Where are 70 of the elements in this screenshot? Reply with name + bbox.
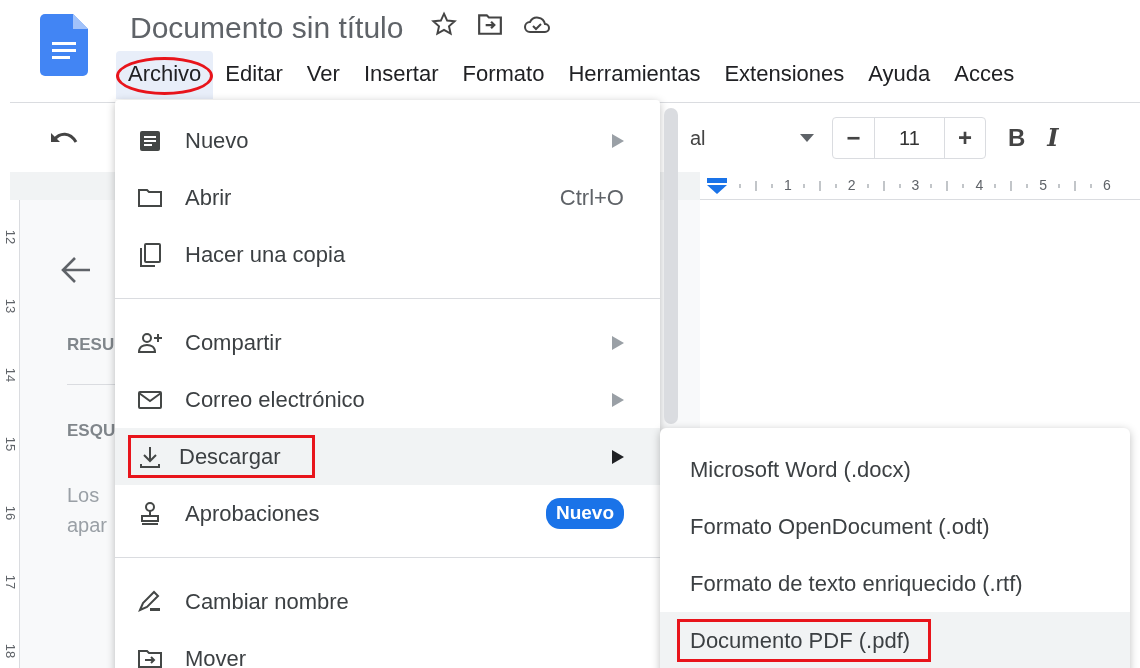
menu-item-label: Documento PDF (.pdf) [690, 628, 911, 653]
menu-item[interactable]: Acces [942, 51, 1027, 99]
menu-item[interactable]: Compartir [115, 314, 660, 371]
menu-item-label: Formato de texto enriquecido (.rtf) [690, 570, 1023, 598]
docs-logo-icon [40, 14, 88, 76]
menu-item-label: Nuevo [185, 127, 249, 155]
menu-item[interactable]: Cambiar nombre [115, 573, 660, 630]
ruler-number: 3 [911, 176, 920, 195]
copy-icon [137, 241, 163, 268]
menu-item-label: Aprobaciones [185, 500, 320, 528]
menu-item[interactable]: Insertar [351, 51, 451, 99]
move-folder-icon[interactable] [477, 12, 504, 36]
menu-item[interactable]: Mover [115, 630, 660, 668]
font-name[interactable]: al [690, 122, 800, 153]
ruler-number: 12 [3, 229, 18, 245]
menu-item[interactable]: Correo electrónico [115, 371, 660, 428]
submenu-item[interactable]: Formato de texto enriquecido (.rtf) [660, 555, 1130, 612]
ruler-number: 17 [3, 574, 18, 590]
menu-item-label: Correo electrónico [185, 386, 365, 414]
dropdown-caret-icon[interactable] [800, 133, 814, 142]
ruler-number: 16 [3, 505, 18, 521]
back-arrow-icon[interactable] [60, 256, 92, 284]
menu-item[interactable]: Formato [450, 51, 557, 99]
decrease-size-button[interactable]: − [833, 117, 875, 158]
menu-item[interactable]: Archivo [116, 51, 214, 99]
scrollbar[interactable] [664, 108, 678, 424]
indent-marker-icon[interactable] [706, 176, 728, 195]
italic-button[interactable]: I [1047, 119, 1059, 156]
ruler-number: 6 [1103, 176, 1111, 195]
pencil-icon [137, 588, 163, 615]
menu-item[interactable]: Hacer una copia [115, 226, 660, 283]
increase-size-button[interactable]: + [945, 117, 985, 158]
document-title[interactable]: Documento sin título [130, 8, 404, 48]
menu-item[interactable]: Descargar [115, 428, 660, 485]
ruler-number: 2 [847, 176, 856, 195]
submenu-item[interactable]: Documento PDF (.pdf) [660, 612, 1130, 668]
menu-item[interactable]: Editar [213, 51, 295, 99]
menu-item-label: Mover [185, 645, 247, 668]
menu-item-label: Hacer una copia [185, 241, 346, 269]
ruler-number: 18 [3, 643, 18, 659]
menu-item-label: Cambiar nombre [185, 588, 349, 616]
menu-item[interactable]: Abrir Ctrl+O [115, 169, 660, 226]
star-icon[interactable] [431, 11, 458, 37]
ruler-number: 4 [975, 176, 984, 195]
ruler-number: 14 [3, 367, 18, 383]
menu-item[interactable]: Nuevo [115, 112, 660, 169]
font-size-field[interactable]: 11 [875, 117, 945, 158]
menu-item-label: Microsoft Word (.docx) [690, 456, 911, 484]
outline-heading: RESU [67, 334, 115, 356]
outline-text: Los [67, 483, 100, 508]
new-badge: Nuevo [545, 498, 624, 529]
ruler-number: 5 [1039, 176, 1047, 195]
outline-heading: ESQU [67, 420, 116, 442]
menu-item[interactable]: Aprobaciones Nuevo [115, 485, 660, 542]
menu-item-label: Compartir [185, 329, 282, 357]
menu-item-label: Descargar [179, 443, 281, 471]
menu-item-label: Abrir [185, 184, 232, 212]
menu-item[interactable]: Herramientas [556, 51, 713, 99]
menu-item[interactable]: Ver [294, 51, 352, 99]
bold-button[interactable]: B [1008, 119, 1026, 156]
ruler-number: 1 [784, 176, 792, 195]
submenu-item[interactable]: Microsoft Word (.docx) [660, 441, 1130, 498]
menu-item[interactable]: Ayuda [856, 51, 943, 99]
ruler-number: 13 [3, 298, 18, 314]
menu-item[interactable]: Extensiones [712, 51, 857, 99]
shortcut-label: Ctrl+O [559, 184, 624, 212]
outline-text: apar [67, 513, 108, 538]
ruler-number: 15 [3, 436, 18, 452]
submenu-item[interactable]: Formato OpenDocument (.odt) [660, 498, 1130, 555]
menu-item-label: Formato OpenDocument (.odt) [690, 513, 990, 541]
